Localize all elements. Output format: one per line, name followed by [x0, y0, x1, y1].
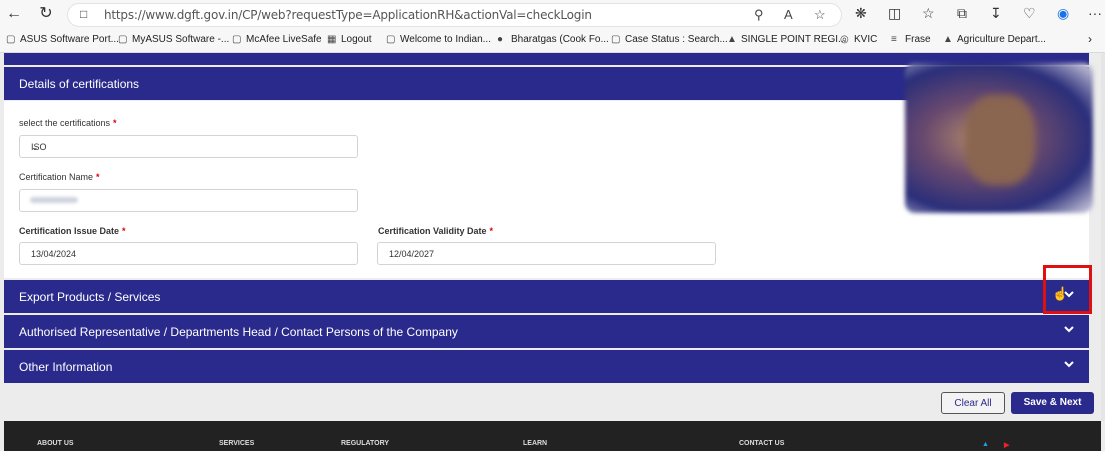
favorite-star-icon[interactable]: ☆ — [814, 7, 826, 23]
bookmark-item[interactable]: ▲ SINGLE POINT REGI... — [727, 34, 846, 45]
image-icon: ▦ — [327, 34, 337, 45]
chevron-down-icon[interactable] — [1063, 358, 1075, 370]
certification-name-label: Certification Name * — [19, 172, 100, 182]
footer-link[interactable]: REGULATORY — [341, 440, 389, 447]
section-title: Details of certifications — [19, 77, 140, 91]
frase-icon: ≡ — [891, 34, 897, 45]
page-icon: ▢ — [6, 34, 16, 45]
bookmark-item[interactable]: ▢ ASUS Software Port... — [6, 34, 119, 45]
extensions-icon[interactable]: ❋ — [855, 5, 867, 22]
back-arrow-icon[interactable]: ← — [4, 4, 24, 24]
favorites-icon[interactable]: ☆ — [922, 5, 935, 22]
browser-toolbar: ← ↻ □ https://www.dgft.gov.in/CP/web?req… — [0, 0, 1105, 28]
export-products-section-header[interactable]: Export Products / Services — [4, 280, 1089, 313]
address-bar[interactable]: □ https://www.dgft.gov.in/CP/web?request… — [67, 3, 842, 27]
bookmark-item[interactable]: ▦ Logout — [327, 34, 372, 45]
read-aloud-icon[interactable]: A — [784, 7, 793, 22]
section-title: Authorised Representative / Departments … — [19, 325, 458, 339]
bookmark-item[interactable]: ▢ McAfee LiveSafe — [232, 34, 322, 45]
bookmarks-overflow-chevron-icon[interactable]: › — [1088, 32, 1092, 46]
emblem-icon: ▲ — [727, 34, 737, 45]
page-icon: ▢ — [118, 34, 128, 45]
zoom-icon[interactable]: ⚲ — [754, 7, 764, 23]
scrollbar[interactable] — [1101, 53, 1105, 421]
page-icon: ▢ — [232, 34, 242, 45]
page-icon: ▢ — [611, 34, 621, 45]
twitter-icon[interactable]: ▲ — [982, 441, 989, 448]
page-icon: ▢ — [386, 34, 396, 45]
emblem-icon: ▲ — [943, 34, 953, 45]
section-title: Other Information — [19, 360, 113, 374]
redacted-text — [30, 197, 78, 203]
split-screen-icon[interactable]: ◫ — [888, 5, 901, 22]
certification-select[interactable]: ISO ⌄ — [19, 135, 358, 158]
reload-icon[interactable]: ↻ — [36, 4, 56, 24]
footer-link[interactable]: CONTACT US — [739, 440, 784, 447]
lock-icon: □ — [80, 7, 88, 21]
url-text: https://www.dgft.gov.in/CP/web?requestTy… — [104, 8, 592, 22]
download-icon[interactable]: ↧ — [990, 5, 1002, 22]
chevron-down-icon[interactable] — [1063, 323, 1075, 335]
youtube-icon[interactable]: ▶ — [1004, 441, 1009, 449]
bookmarks-bar: ▢ ASUS Software Port... ▢ MyASUS Software … — [0, 28, 1105, 53]
webcam-face — [965, 95, 1035, 185]
footer-link[interactable]: ABOUT US — [37, 440, 74, 447]
edge-copilot-icon[interactable]: ◉ — [1057, 5, 1069, 22]
bookmark-item[interactable]: ▢ MyASUS Software -... — [118, 34, 229, 45]
collections-icon[interactable]: ⧉ — [957, 5, 967, 22]
bookmark-item[interactable]: ▢ Case Status : Search... — [611, 34, 728, 45]
issue-date-label: Certification Issue Date * — [19, 226, 126, 236]
select-certifications-label: select the certifications * — [19, 118, 117, 128]
chevron-down-icon: ⌄ — [31, 142, 39, 152]
clear-all-button[interactable]: Clear All — [941, 392, 1005, 414]
issue-date-input[interactable]: 13/04/2024 — [19, 242, 358, 265]
section-title: Export Products / Services — [19, 290, 161, 304]
performance-icon[interactable]: ♡ — [1023, 5, 1036, 22]
save-next-button[interactable]: Save & Next — [1011, 392, 1094, 414]
authorised-representative-section-header[interactable]: Authorised Representative / Departments … — [4, 315, 1089, 348]
bookmark-item[interactable]: ◎ KVIC — [840, 34, 877, 45]
validity-date-label: Certification Validity Date * — [378, 226, 494, 236]
bookmark-item[interactable]: ≡ Frase — [891, 34, 931, 45]
footer-link[interactable]: SERVICES — [219, 440, 254, 447]
kvic-icon: ◎ — [840, 34, 849, 45]
hand-cursor-icon: ☝ — [1052, 286, 1069, 301]
certification-name-input[interactable] — [19, 189, 358, 212]
bookmark-item[interactable]: ▢ Welcome to Indian... — [386, 34, 491, 45]
other-information-section-header[interactable]: Other Information — [4, 350, 1089, 383]
validity-date-input[interactable]: 12/04/2027 — [377, 242, 716, 265]
more-menu-icon[interactable]: ··· — [1088, 5, 1102, 21]
site-footer: ABOUT US SERVICES REGULATORY LEARN CONTA… — [4, 421, 1101, 451]
footer-link[interactable]: LEARN — [523, 440, 547, 447]
bookmark-item[interactable]: ▲ Agriculture Depart... — [943, 34, 1046, 45]
bookmark-item[interactable]: ● Bharatgas (Cook Fo... — [497, 34, 609, 45]
globe-icon: ● — [497, 34, 504, 45]
